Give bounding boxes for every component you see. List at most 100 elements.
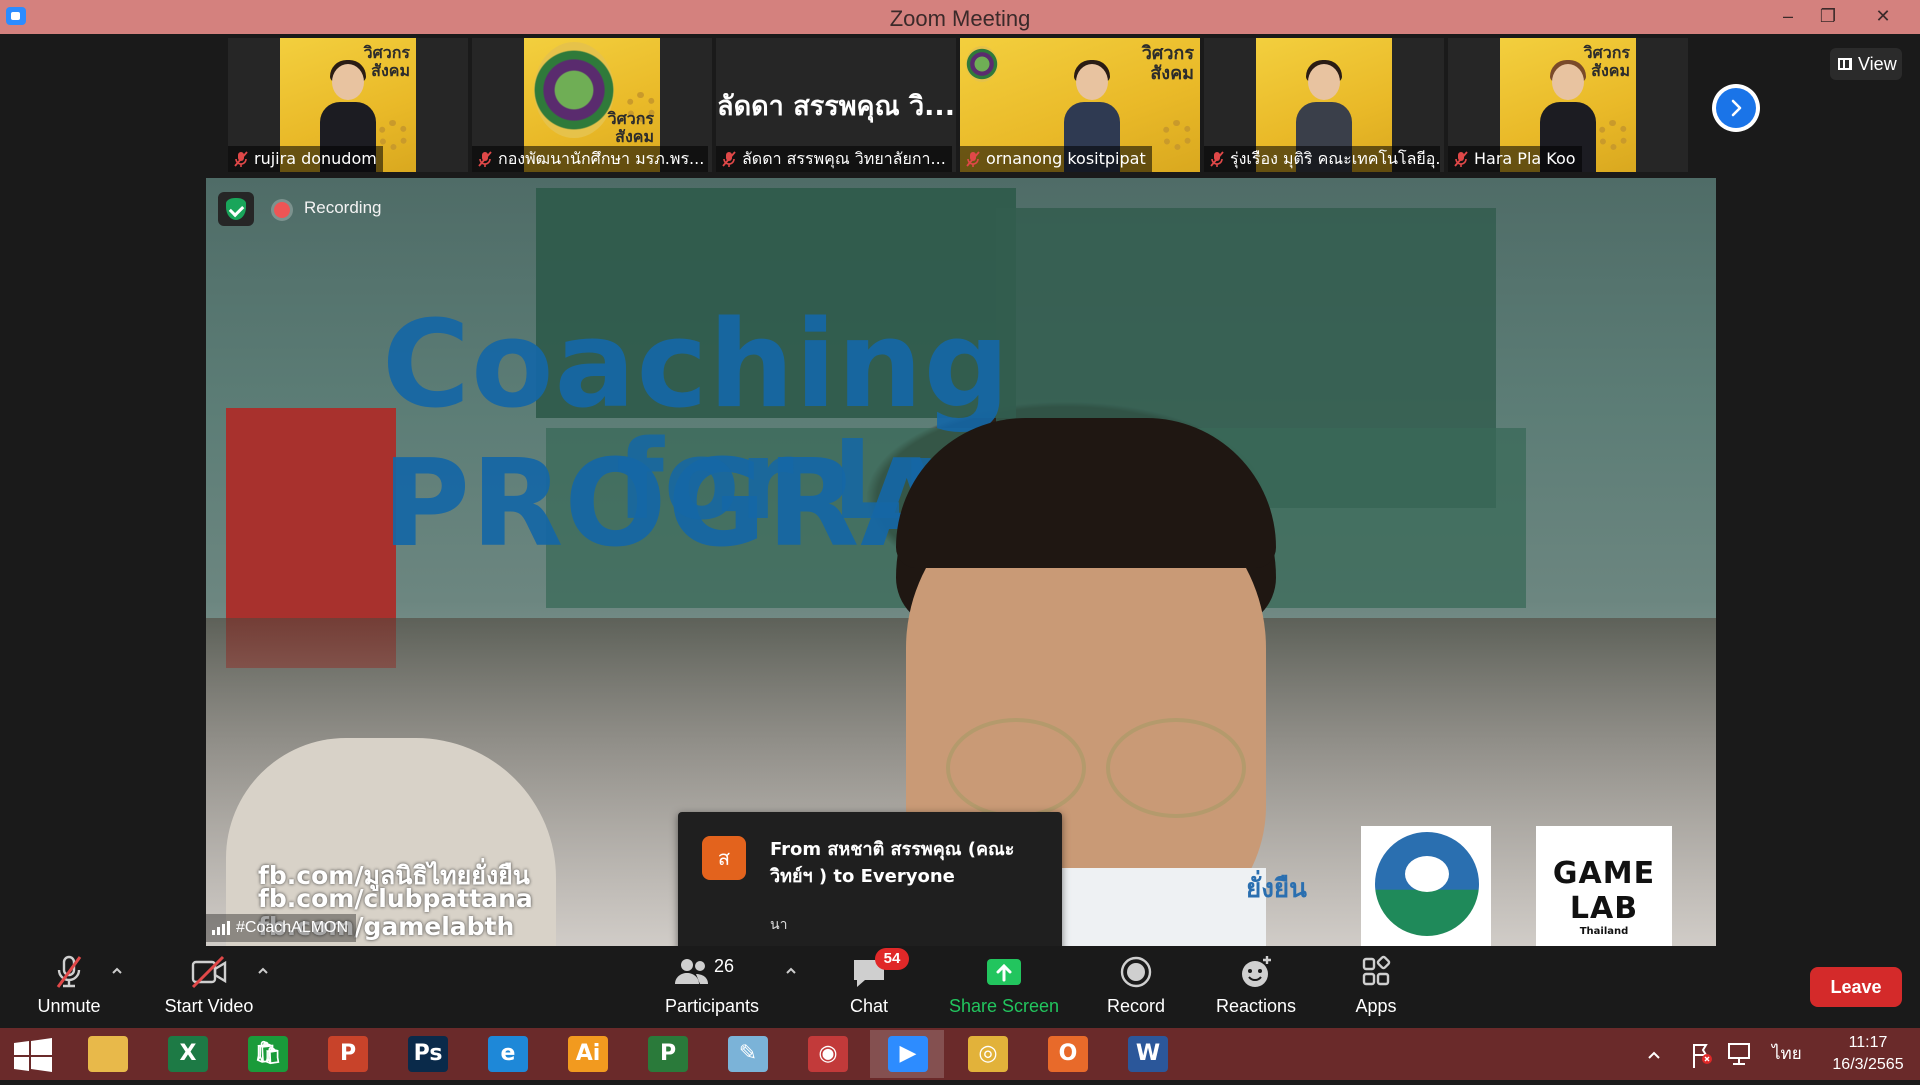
internet-explorer-icon: e [488, 1036, 528, 1072]
close-button[interactable]: ✕ [1862, 0, 1904, 34]
chat-label: Chat [849, 996, 889, 1016]
apps-button[interactable]: Apps [1336, 954, 1416, 1024]
taskbar-app-word[interactable]: W [1110, 1030, 1184, 1078]
participant-name: ornanong kositpipat [986, 149, 1146, 168]
input-language-indicator[interactable]: ไทย [1772, 1028, 1808, 1080]
next-page-button[interactable] [1712, 84, 1760, 132]
taskbar-app-excel[interactable]: X [150, 1030, 224, 1078]
chat-sender-line: From สหชาติ สรรพคุณ (คณะวิทย์ฯ ) to Ever… [770, 839, 1015, 887]
game-lab-logo-subtext: Thailand [1579, 926, 1629, 937]
photoshop-icon: Ps [408, 1036, 448, 1072]
taskbar-app-project[interactable]: P [630, 1030, 704, 1078]
participant-tile[interactable]: รุ่งเรือง มุติริ คณะเทคโนโลยีอุ... [1204, 38, 1444, 172]
participant-tile[interactable]: ลัดดา สรรพคุณ วิ... ลัดดา สรรพคุณ วิทยาล… [716, 38, 956, 172]
windows-logo-icon [14, 1038, 52, 1072]
taskbar-app-file-explorer[interactable] [70, 1030, 144, 1078]
apps-label: Apps [1355, 996, 1397, 1016]
record-icon [1116, 954, 1156, 990]
illustrator-icon: Ai [568, 1036, 608, 1072]
action-center-flag-icon[interactable] [1688, 1028, 1714, 1080]
gear-graphic [1598, 120, 1628, 150]
mic-muted-icon [49, 954, 89, 990]
speaker-name-bar: #CoachALMON [206, 914, 357, 942]
record-button[interactable]: Record [1096, 954, 1176, 1024]
tile-logo-text: วิศวกร สังคม [607, 109, 654, 146]
chat-notification[interactable]: ส From สหชาติ สรรพคุณ (คณะวิทย์ฯ ) to Ev… [678, 812, 1062, 968]
signal-strength-icon [212, 921, 230, 935]
mic-muted-icon [1452, 150, 1470, 168]
mic-muted-icon [720, 150, 738, 168]
taskbar-app-zoom[interactable]: ▶ [870, 1030, 944, 1078]
reactions-button[interactable]: Reactions [1206, 954, 1306, 1024]
start-button[interactable] [0, 1028, 66, 1080]
share-screen-label: Share Screen [948, 996, 1060, 1016]
network-icon[interactable] [1726, 1028, 1752, 1080]
tile-logo-text: วิศวกร สังคม [1141, 43, 1194, 84]
share-screen-icon [984, 954, 1024, 990]
recording-indicator-icon [274, 202, 290, 218]
participant-name-bar: ornanong kositpipat [960, 146, 1152, 172]
audio-options-caret-icon[interactable] [110, 964, 124, 978]
clock-date: 16/3/2565 [1832, 1056, 1904, 1073]
participant-name: กองพัฒนานักศึกษา มรภ.พร... [498, 149, 705, 168]
start-video-button[interactable]: Start Video [156, 954, 262, 1024]
taskbar-app-photoshop[interactable]: Ps [390, 1030, 464, 1078]
unmute-button[interactable]: Unmute [28, 954, 110, 1024]
unread-chat-badge: 54 [875, 948, 909, 970]
taskbar-app-chrome[interactable]: ◎ [950, 1030, 1024, 1078]
facebook-link-text: fb.com/clubpattana [258, 884, 533, 913]
participant-name-bar: รุ่งเรือง มุติริ คณะเทคโนโลยีอุ... [1204, 146, 1440, 172]
project-icon: P [648, 1036, 688, 1072]
participant-tile[interactable]: วิศวกร สังคม ornanong kositpipat [960, 38, 1200, 172]
participant-tile[interactable]: วิศวกร สังคม กองพัฒนานักศึกษา มรภ.พร... [472, 38, 712, 172]
view-label: View [1858, 54, 1897, 74]
chat-message: นา [770, 917, 788, 933]
mic-muted-icon [1208, 150, 1226, 168]
participant-tile[interactable]: วิศวกร สังคม rujira donudom [228, 38, 468, 172]
sustainable-logo-text: ยั่งยืน [1246, 874, 1307, 904]
recording-label: Recording [304, 198, 382, 217]
show-hidden-icons-icon[interactable] [1644, 1028, 1666, 1080]
participants-count: 26 [714, 956, 735, 976]
participant-name-bar: Hara Pla Koo [1448, 146, 1582, 172]
leave-button[interactable]: Leave [1810, 967, 1902, 1007]
gear-graphic [1162, 120, 1192, 150]
excel-icon: X [168, 1036, 208, 1072]
minimize-button[interactable]: – [1768, 0, 1808, 34]
chat-bubble-icon: 54 [849, 948, 909, 990]
glasses-left [946, 718, 1086, 818]
chat-button[interactable]: 54 Chat [834, 948, 909, 1024]
smiley-add-icon [1236, 954, 1276, 990]
share-screen-button[interactable]: Share Screen [944, 954, 1064, 1024]
speaker-hair [896, 418, 1276, 568]
file-explorer-icon [88, 1036, 128, 1072]
meeting-stage: วิศวกร สังคม rujira donudom วิศวกร สังคม… [0, 34, 1920, 968]
game-lab-logo-text: GAME LAB [1552, 856, 1656, 926]
taskbar-app-store[interactable]: 🛍 [230, 1030, 304, 1078]
mic-muted-icon [964, 150, 982, 168]
restore-button[interactable]: ❐ [1808, 0, 1848, 34]
notepad-icon: ✎ [728, 1036, 768, 1072]
participant-tile[interactable]: วิศวกร สังคม Hara Pla Koo [1448, 38, 1688, 172]
chrome-icon: ◎ [968, 1036, 1008, 1072]
participant-name-bar: rujira donudom [228, 146, 383, 172]
taskbar-app-office[interactable]: O [1030, 1030, 1104, 1078]
taskbar-app-powerpoint[interactable]: P [310, 1030, 384, 1078]
speaker-name: #CoachALMON [236, 919, 349, 936]
chevron-right-icon [1731, 99, 1742, 117]
system-clock[interactable]: 11:17 16/3/2565 [1820, 1032, 1916, 1076]
glasses-right [1106, 718, 1246, 818]
participants-button[interactable]: 26 Participants [660, 954, 764, 1024]
meeting-toolbar: Unmute Start Video 26 Participants 54 Ch… [0, 946, 1920, 1028]
taskbar-app-photoscape[interactable]: ◉ [790, 1030, 864, 1078]
taskbar-app-notepad[interactable]: ✎ [710, 1030, 784, 1078]
sender-avatar: ส [702, 836, 746, 880]
participants-options-caret-icon[interactable] [784, 964, 798, 978]
taskbar-app-internet-explorer[interactable]: e [470, 1030, 544, 1078]
window-titlebar: Zoom Meeting – ❐ ✕ [0, 0, 1920, 34]
view-button[interactable]: View [1830, 48, 1902, 80]
security-shield-icon[interactable] [218, 192, 254, 226]
taskbar-app-illustrator[interactable]: Ai [550, 1030, 624, 1078]
video-off-icon [189, 954, 229, 990]
video-options-caret-icon[interactable] [256, 964, 270, 978]
